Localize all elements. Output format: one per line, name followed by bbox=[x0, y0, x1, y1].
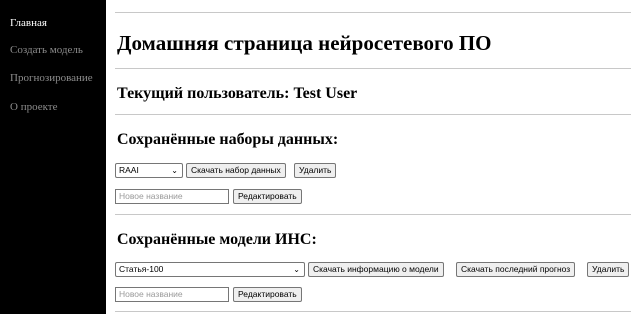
current-user: Текущий пользователь: Test User bbox=[117, 85, 358, 102]
divider bbox=[115, 214, 631, 215]
delete-dataset-button[interactable]: Удалить bbox=[294, 163, 337, 178]
nav-item-home[interactable]: Главная bbox=[10, 17, 47, 29]
nav-item-about[interactable]: О проекте bbox=[10, 101, 58, 113]
edit-dataset-button[interactable]: Редактировать bbox=[233, 189, 302, 204]
download-last-forecast-button[interactable]: Скачать последний прогноз bbox=[456, 262, 576, 277]
chevron-down-icon: ⌄ bbox=[293, 265, 300, 274]
page-title: Домашняя страница нейросетевого ПО bbox=[117, 31, 492, 55]
nav-item-forecasting[interactable]: Прогнозирование bbox=[10, 72, 93, 84]
dataset-select[interactable]: RAAI ⌄ bbox=[115, 163, 183, 178]
model-select[interactable]: Статья-100 ⌄ bbox=[115, 262, 305, 277]
sidebar: Главная Создать модель Прогнозирование О… bbox=[0, 0, 106, 314]
dataset-select-value: RAAI bbox=[119, 165, 139, 175]
download-dataset-button[interactable]: Скачать набор данных bbox=[186, 163, 286, 178]
nav-item-create-model[interactable]: Создать модель bbox=[10, 44, 83, 56]
model-select-value: Статья-100 bbox=[119, 264, 164, 274]
chevron-down-icon: ⌄ bbox=[171, 166, 178, 175]
divider bbox=[115, 12, 631, 13]
edit-model-button[interactable]: Редактировать bbox=[233, 287, 302, 302]
divider bbox=[115, 68, 631, 69]
model-rename-input[interactable]: Новое название bbox=[115, 287, 229, 302]
divider bbox=[115, 114, 631, 115]
delete-model-button[interactable]: Удалить bbox=[587, 262, 630, 277]
divider bbox=[115, 311, 631, 312]
download-model-info-button[interactable]: Скачать информацию о модели bbox=[308, 262, 444, 277]
main-content: Домашняя страница нейросетевого ПО Текущ… bbox=[115, 0, 631, 314]
dataset-rename-input[interactable]: Новое название bbox=[115, 189, 229, 204]
datasets-heading: Сохранённые наборы данных: bbox=[117, 131, 339, 148]
models-heading: Сохранённые модели ИНС: bbox=[117, 231, 317, 248]
